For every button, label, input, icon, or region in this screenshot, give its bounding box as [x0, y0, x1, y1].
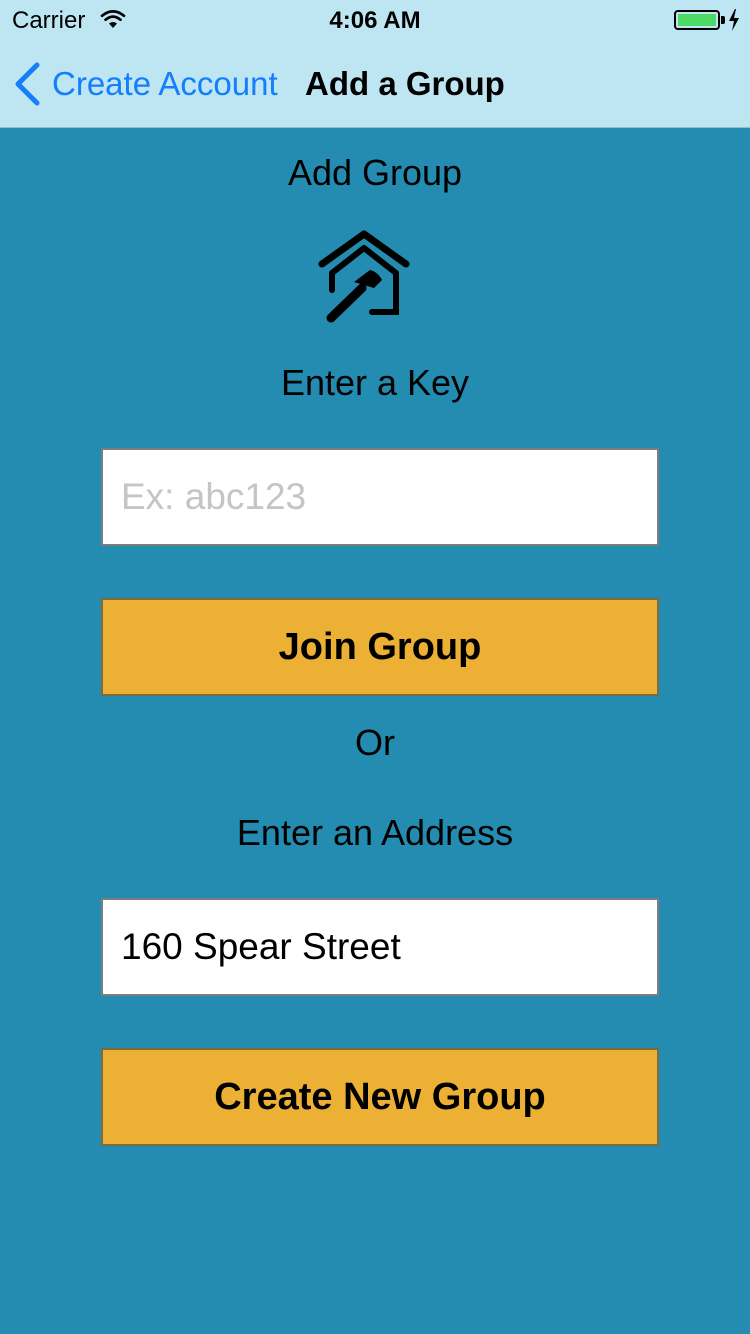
- house-hammer-icon: [314, 228, 414, 328]
- address-label: Enter an Address: [236, 812, 514, 853]
- back-button-label: Create Account: [52, 65, 278, 102]
- navigation-bar: Create Account Add a Group: [0, 40, 750, 128]
- page-heading: Add Group: [287, 152, 463, 193]
- battery-cap: [721, 16, 725, 24]
- address-input[interactable]: [101, 898, 659, 996]
- top-bar: Carrier 4:06 AM Create Account Add a Gro: [0, 0, 750, 128]
- status-time: 4:06 AM: [329, 7, 421, 34]
- chevron-left-icon: [15, 62, 40, 106]
- back-button[interactable]: Create Account: [14, 62, 278, 106]
- key-label: Enter a Key: [280, 362, 470, 403]
- battery-icon: [674, 10, 720, 30]
- join-group-button[interactable]: Join Group: [101, 598, 659, 696]
- battery-level: [678, 14, 716, 26]
- nav-title: Add a Group: [305, 65, 505, 102]
- create-new-group-label: Create New Group: [214, 1075, 546, 1118]
- or-separator: Or: [355, 722, 395, 763]
- key-input[interactable]: [101, 448, 659, 546]
- charging-bolt-icon: [728, 9, 740, 38]
- create-new-group-button[interactable]: Create New Group: [101, 1048, 659, 1146]
- join-group-label: Join Group: [278, 625, 482, 668]
- status-bar: Carrier 4:06 AM: [0, 0, 750, 40]
